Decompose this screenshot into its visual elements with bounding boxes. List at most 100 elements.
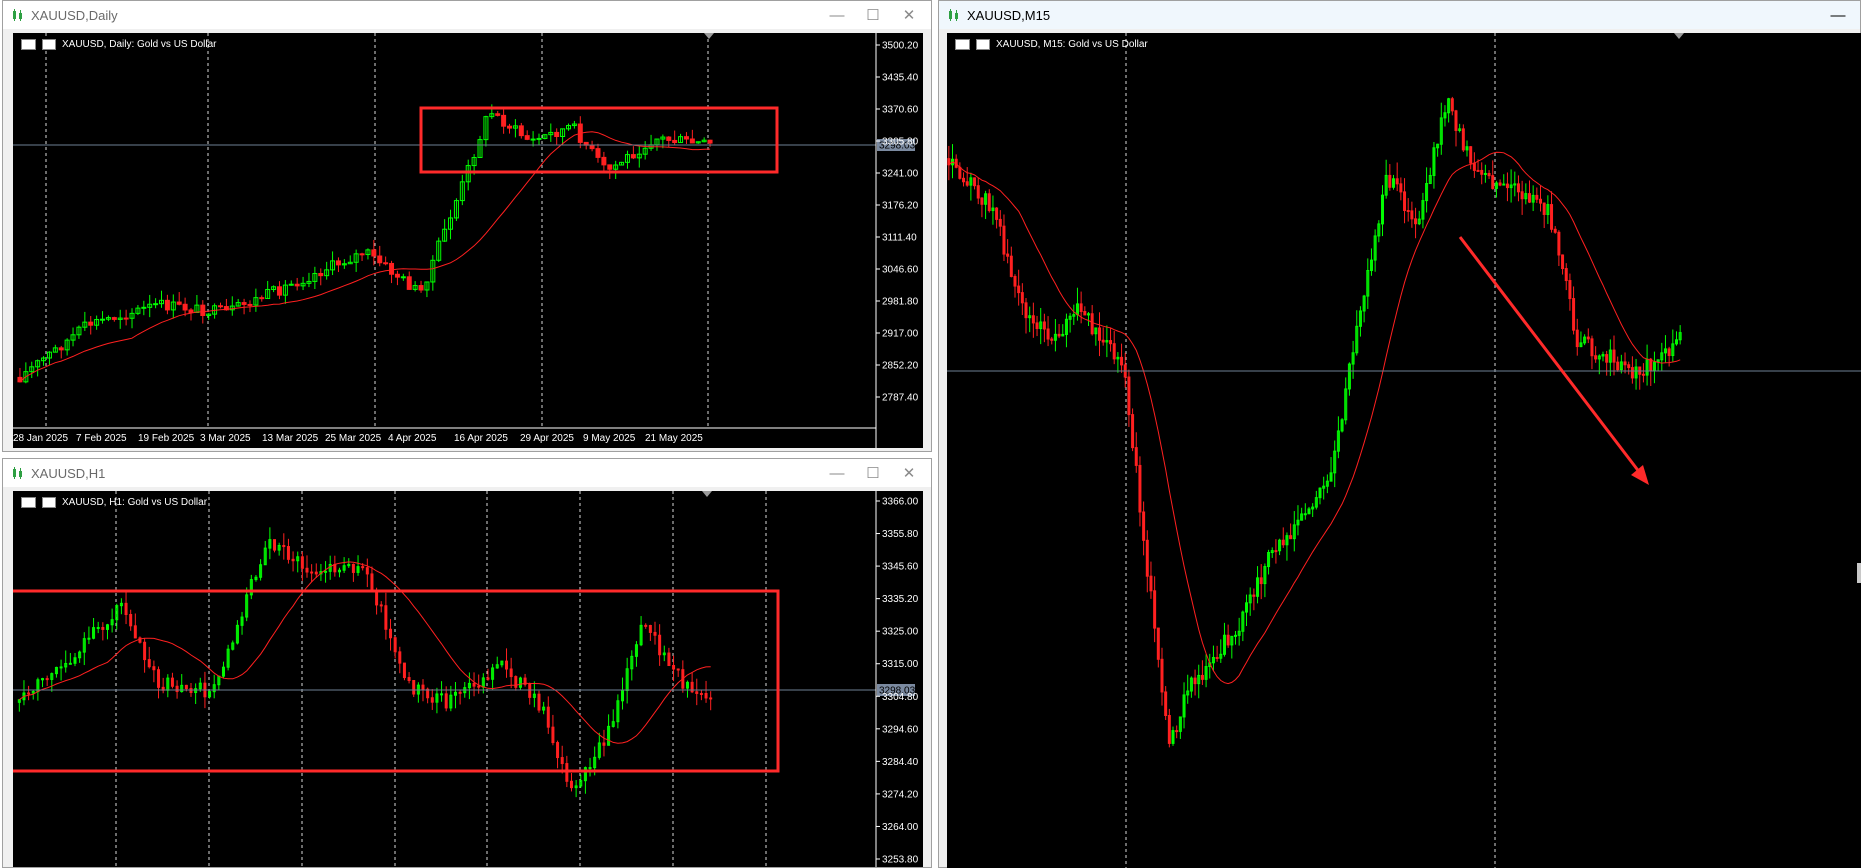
h1-candle — [537, 693, 541, 711]
m15-candle — [1623, 361, 1627, 366]
m15-candle — [1388, 174, 1392, 188]
m15-candle — [1476, 169, 1480, 172]
daily-candle — [666, 136, 672, 141]
close-button[interactable]: ✕ — [891, 1, 927, 29]
h1-candle — [444, 693, 448, 709]
daily-price-label: 3370.60 — [882, 105, 919, 116]
daily-candle — [406, 276, 412, 290]
daily-date-label: 25 Mar 2025 — [325, 433, 382, 444]
h1-moving-average — [19, 561, 711, 744]
m15-candle — [1641, 373, 1645, 376]
m15-candle — [1017, 285, 1021, 294]
m15-candle — [1024, 302, 1028, 319]
daily-chart-area[interactable]: 3298.03 3500.20 3435.40 3370.60 3305.80 3241.… — [13, 33, 923, 448]
h1-candle — [546, 706, 550, 728]
daily-date-label: 19 Feb 2025 — [138, 433, 195, 444]
h1-price-label: 3345.60 — [882, 562, 919, 573]
h1-candle — [486, 677, 490, 680]
m15-candle — [1557, 231, 1561, 256]
daily-price-label: 3435.40 — [882, 73, 919, 84]
h1-price-label: 3315.00 — [882, 659, 919, 670]
minimize-button[interactable]: — — [1820, 1, 1856, 29]
flag-icon — [955, 39, 970, 50]
daily-candle — [164, 299, 170, 311]
m15-candle — [1395, 178, 1399, 185]
daily-candle — [200, 304, 206, 317]
daily-price-chart[interactable]: 3298.033500.203435.403370.603305.803241.… — [13, 33, 923, 448]
h1-price-chart[interactable]: 3298.033366.003355.803345.603335.203325.… — [13, 491, 923, 867]
m15-candle — [973, 177, 977, 187]
m15-candle — [1414, 218, 1418, 225]
daily-shift-marker — [704, 33, 714, 39]
minimize-button[interactable]: — — [819, 1, 855, 29]
chart-candles-icon — [13, 467, 22, 479]
m15-candle — [1046, 328, 1050, 340]
daily-candle — [153, 303, 159, 306]
h1-candle — [310, 571, 314, 574]
h1-titlebar[interactable]: XAUUSD,H1 — ☐ ✕ — [3, 459, 931, 487]
daily-price-label: 2852.20 — [882, 361, 919, 372]
h1-candle — [426, 688, 430, 699]
h1-candle — [157, 669, 161, 688]
m15-candle — [1520, 191, 1524, 200]
m15-candle — [976, 185, 980, 199]
daily-candle — [524, 135, 530, 140]
h1-candle — [370, 573, 374, 592]
h1-candle — [314, 571, 318, 575]
daily-date-label: 21 May 2025 — [645, 433, 703, 444]
daily-titlebar[interactable]: XAUUSD,Daily — ☐ ✕ — [3, 1, 931, 29]
daily-candle — [536, 137, 542, 140]
h1-candle — [505, 660, 509, 670]
h1-candle — [300, 556, 304, 569]
daily-price-label: 2787.40 — [882, 393, 919, 404]
daily-candle — [689, 138, 695, 144]
daily-date-label: 3 Mar 2025 — [200, 433, 251, 444]
m15-candle — [1450, 98, 1454, 112]
m15-candle — [1469, 146, 1473, 164]
h1-candle — [324, 570, 328, 573]
close-button[interactable]: ✕ — [891, 459, 927, 487]
m15-candle — [1006, 253, 1010, 257]
m15-candle — [1542, 202, 1546, 215]
daily-date-label: 9 May 2025 — [583, 433, 636, 444]
m15-chart-window[interactable]: XAUUSD,M15 — XAUUSD, M15: Gold vs US Dol… — [938, 0, 1861, 868]
daily-candle — [495, 113, 501, 116]
h1-candle — [282, 544, 286, 548]
m15-candle — [1550, 204, 1554, 230]
h1-candle — [124, 602, 128, 616]
m15-candle — [1031, 315, 1035, 324]
chart-candles-icon — [949, 9, 958, 21]
m15-titlebar[interactable]: XAUUSD,M15 — — [939, 1, 1860, 29]
daily-candle — [335, 260, 341, 266]
daily-price-label: 3305.80 — [882, 137, 919, 148]
maximize-button[interactable]: ☐ — [855, 459, 891, 487]
daily-candle — [400, 276, 406, 279]
h1-candle — [27, 692, 31, 695]
daily-candle — [595, 148, 601, 158]
m15-candle — [1480, 169, 1484, 175]
h1-candle — [676, 668, 680, 671]
daily-candle — [318, 272, 324, 277]
m15-candle — [998, 218, 1002, 227]
m15-candle — [1083, 311, 1087, 316]
daily-chart-window[interactable]: XAUUSD,Daily — ☐ ✕ 3298.03 3500.20 3435.40… — [2, 0, 932, 452]
m15-price-chart[interactable] — [947, 33, 1861, 868]
h1-candle — [398, 651, 402, 664]
h1-candle — [412, 680, 416, 695]
daily-candle — [288, 283, 294, 286]
m15-candle — [1612, 349, 1616, 363]
m15-chart-area[interactable]: XAUUSD, M15: Gold vs US Dollar — [947, 33, 1861, 868]
h1-chart-area[interactable]: 3298.03 3366.00 3355.80 3345.60 3335.20 3325.… — [13, 491, 923, 867]
h1-chart-window[interactable]: XAUUSD,H1 — ☐ ✕ 3298.03 3366.00 3355.80 334… — [2, 458, 932, 868]
m15-candle — [987, 193, 991, 212]
h1-candle — [305, 567, 309, 573]
m15-candle — [1553, 228, 1557, 233]
m15-candle — [1491, 175, 1495, 189]
h1-candle — [658, 634, 662, 656]
maximize-button[interactable]: ☐ — [855, 1, 891, 29]
minimize-button[interactable]: — — [819, 459, 855, 487]
m15-candle — [1153, 590, 1157, 629]
m15-candle — [1502, 183, 1506, 186]
h1-candle — [560, 757, 564, 765]
daily-symbol-text: XAUUSD, Daily: Gold vs US Dollar — [62, 39, 217, 50]
